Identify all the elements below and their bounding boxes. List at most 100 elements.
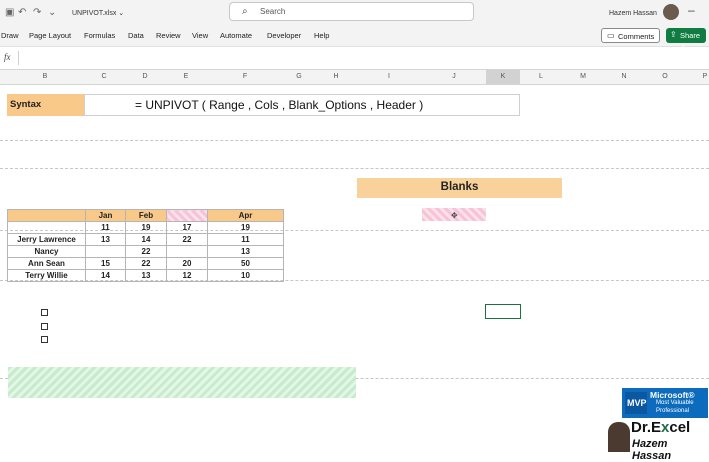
tab-page-layout[interactable]: Page Layout (29, 31, 71, 40)
syntax-label: Syntax (10, 99, 42, 110)
table-cell[interactable]: 19 (207, 221, 284, 234)
table-cell[interactable]: 15 (85, 257, 126, 270)
table-cell[interactable]: Ann Sean (7, 257, 86, 270)
ribbon-tabs: Draw Page Layout Formulas Data Review Vi… (0, 26, 709, 49)
comment-icon: ▭ (607, 31, 615, 40)
tab-help[interactable]: Help (314, 31, 329, 40)
checkbox[interactable] (41, 323, 48, 330)
column-header-m[interactable]: M (578, 73, 588, 80)
comments-button[interactable]: ▭ Comments (601, 28, 660, 43)
table-row: Jerry Lawrence 13 14 22 11 (7, 233, 284, 246)
column-header-p[interactable]: P (700, 73, 709, 80)
table-cell[interactable]: Nancy (7, 245, 86, 258)
title-bar: ▣ ↶ ↷ ⌄ UNPIVOT.xlsx ⌄ ⌕ Search Hazem Ha… (0, 0, 709, 26)
column-header-f[interactable]: F (240, 73, 250, 80)
checkbox[interactable] (41, 309, 48, 316)
column-header-l[interactable]: L (536, 73, 546, 80)
table-cell[interactable]: 20 (166, 257, 208, 270)
comments-label: Comments (618, 32, 655, 41)
chevron-down-icon[interactable]: ⌄ (48, 7, 56, 18)
mvp-logo-text: MVP (627, 398, 647, 408)
table-cell[interactable]: 14 (85, 269, 126, 282)
table-cell[interactable]: 10 (207, 269, 284, 282)
table-cell[interactable]: 22 (125, 257, 167, 270)
column-header-e[interactable]: E (181, 73, 191, 80)
table-cell[interactable]: 13 (207, 245, 284, 258)
column-header-o[interactable]: O (660, 73, 670, 80)
tab-draw[interactable]: Draw (1, 31, 19, 40)
tab-review[interactable]: Review (156, 31, 181, 40)
table-cell[interactable]: 13 (125, 269, 167, 282)
table-header-cell[interactable]: Apr (207, 209, 284, 222)
column-header-j[interactable]: J (449, 73, 459, 80)
table-cell[interactable]: 12 (166, 269, 208, 282)
table-cell[interactable]: Jerry Lawrence (7, 233, 86, 246)
undo-icon[interactable]: ↶ (18, 7, 26, 18)
grid-line (0, 140, 709, 141)
search-box[interactable]: ⌕ Search (229, 2, 474, 21)
table-cell[interactable]: 11 (85, 221, 126, 234)
minimize-icon[interactable]: – (688, 3, 695, 17)
tab-formulas[interactable]: Formulas (84, 31, 115, 40)
highlighted-range[interactable] (8, 367, 356, 398)
tab-developer[interactable]: Developer (267, 31, 301, 40)
table-cell[interactable]: 22 (125, 245, 167, 258)
table-cell[interactable] (7, 221, 86, 234)
save-icon[interactable]: ▣ (5, 7, 14, 18)
column-header-i[interactable]: I (384, 73, 394, 80)
redo-icon[interactable]: ↷ (33, 7, 41, 18)
blanks-title-cell[interactable]: Blanks (357, 178, 562, 198)
column-header-k[interactable]: K (486, 70, 520, 84)
syntax-formula: = UNPIVOT ( Range , Cols , Blank_Options… (135, 98, 424, 112)
table-header-cell[interactable]: Jan (85, 209, 126, 222)
table-row: 11 19 17 19 (7, 221, 284, 234)
column-header-n[interactable]: N (619, 73, 629, 80)
syntax-label-cell[interactable]: Syntax (7, 94, 84, 116)
column-header-b[interactable]: B (40, 73, 50, 80)
table-header-cell[interactable]: Feb (125, 209, 167, 222)
column-headers: B C D E F G H I J K L M N O P (0, 70, 709, 85)
mvp-badge: MVP Microsoft® Most Valuable Professiona… (622, 388, 708, 418)
table-row: Terry Willie 14 13 12 10 (7, 269, 284, 282)
tab-view[interactable]: View (192, 31, 208, 40)
mvp-logo: MVP (625, 392, 647, 414)
column-header-d[interactable]: D (140, 73, 150, 80)
column-header-h[interactable]: H (331, 73, 341, 80)
table-cell[interactable]: 13 (85, 233, 126, 246)
blanks-title: Blanks (440, 181, 479, 193)
table-cell[interactable] (85, 245, 126, 258)
column-header-g[interactable]: G (294, 73, 304, 80)
tab-automate[interactable]: Automate (220, 31, 252, 40)
avatar[interactable] (663, 4, 679, 20)
table-cell[interactable]: 19 (125, 221, 167, 234)
table-cell[interactable]: 17 (166, 221, 208, 234)
table-cell[interactable]: Terry Willie (7, 269, 86, 282)
checkbox[interactable] (41, 336, 48, 343)
table-row: Nancy 22 13 (7, 245, 284, 258)
active-cell[interactable] (485, 304, 521, 319)
fx-icon[interactable]: fx (4, 52, 11, 62)
share-icon: ⇪ (670, 30, 677, 39)
table-cell[interactable] (166, 245, 208, 258)
syntax-formula-cell[interactable]: = UNPIVOT ( Range , Cols , Blank_Options… (84, 94, 520, 116)
user-name[interactable]: Hazem Hassan (609, 10, 657, 17)
table-cell[interactable]: 11 (207, 233, 284, 246)
file-name[interactable]: UNPIVOT.xlsx ⌄ (72, 9, 124, 17)
mvp-line3: Professional (656, 408, 690, 414)
table-header-row: Jan Feb Apr (7, 209, 284, 222)
brand-author: Hazem Hassan (632, 438, 672, 462)
table-cell[interactable]: 50 (207, 257, 284, 270)
search-icon: ⌕ (242, 6, 248, 17)
formula-bar[interactable]: fx (0, 47, 709, 70)
brand-part-b: cel (669, 419, 691, 436)
table-cell[interactable]: 14 (125, 233, 167, 246)
table-cell[interactable]: 22 (166, 233, 208, 246)
table-header-cell[interactable] (166, 209, 208, 222)
tab-data[interactable]: Data (128, 31, 144, 40)
column-header-c[interactable]: C (99, 73, 109, 80)
grid-line (0, 168, 709, 169)
share-button[interactable]: ⇪ Share ⌄ (666, 28, 706, 49)
table-header-cell[interactable] (7, 209, 86, 222)
brand-part-a: Dr.E (631, 419, 662, 436)
cursor-icon: ✥ (451, 211, 458, 220)
